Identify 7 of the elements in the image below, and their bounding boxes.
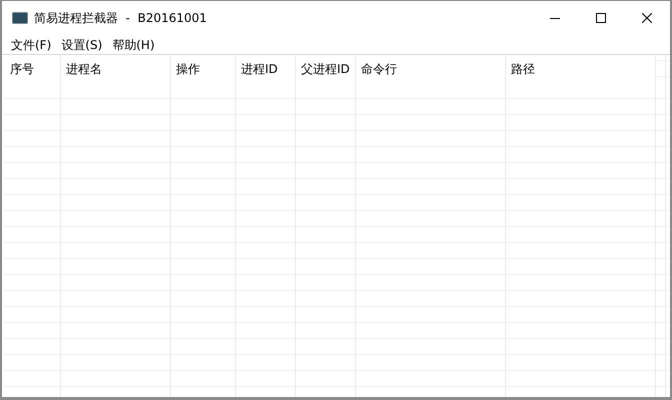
maximize-icon	[596, 13, 606, 23]
window-title: 简易进程拦截器 - B20161001	[34, 10, 207, 27]
menu-item[interactable]: 帮助(H)	[107, 36, 160, 54]
close-icon	[642, 13, 652, 23]
app-icon	[12, 12, 28, 24]
menu-item[interactable]: 设置(S)	[56, 36, 108, 54]
menu-item[interactable]: 文件(F)	[6, 36, 56, 54]
